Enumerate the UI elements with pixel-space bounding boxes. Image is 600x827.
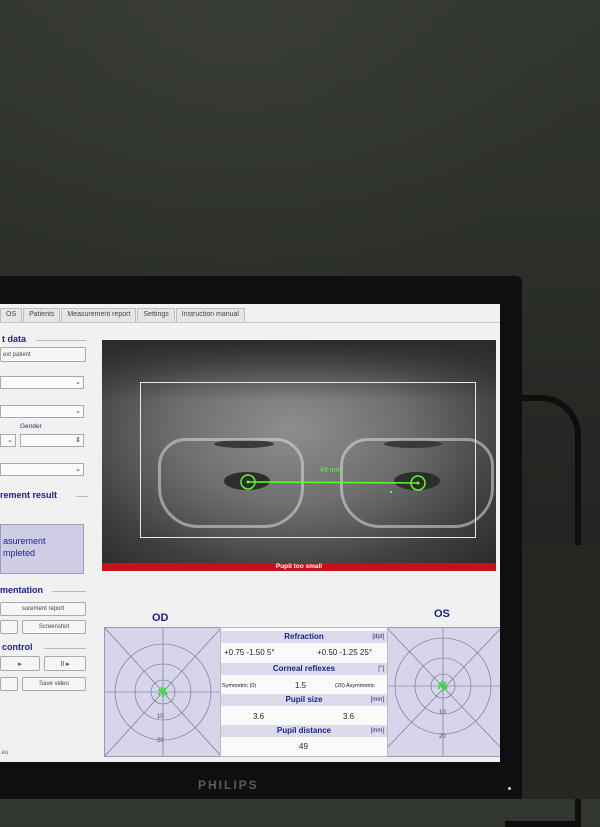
video-control-title: control [2,642,33,652]
od-tick-10: 10 [157,714,164,720]
pupil-distance-title: Pupil distance [276,726,332,735]
age-select[interactable]: ⌄ [0,434,16,447]
tab-measurement-report[interactable]: Measurement report [61,308,137,322]
os-refraction-value: +0.50 -1.25 25° [317,648,373,657]
os-polar-plot: 10 20 [386,627,500,757]
corneal-header: Corneal reflexes [°] [221,663,387,675]
gender-label: Gender [20,423,42,430]
next-patient-button[interactable]: ext patient [0,347,86,362]
print-button[interactable] [0,620,18,634]
os-pupil-size: 3.6 [343,712,355,721]
footer-url: .eu [0,750,9,756]
chevron-down-icon: ⌄ [7,437,13,444]
play-button[interactable]: ▸ [0,656,40,671]
documentation-title: mentation [0,585,44,595]
tab-bar: OS Patients Measurement report Settings … [0,308,246,322]
refraction-unit: [dpt] [372,634,384,640]
od-tick-20: 20 [157,738,164,744]
measurement-status-box: asurement mpleted [0,524,84,574]
corneal-title: Corneal reflexes [272,664,336,673]
camera-view: 49 mm [102,340,496,564]
left-panel: t data ext patient ⌄ ⌄ Gender ⌄ ⇕ ⌄ reme… [0,326,90,762]
spinner-arrows-icon: ⇕ [75,437,81,444]
corneal-value: 1.5 [295,681,307,690]
od-label: OD [152,612,169,624]
chevron-down-icon: ⌄ [75,408,81,415]
pupil-size-header: Pupil size [mm] [221,694,387,706]
measurement-panel: Refraction [dpt] +0.75 -1.50 5° +0.50 -1… [220,627,388,757]
patient-select-1[interactable]: ⌄ [0,376,84,389]
pupil-size-title: Pupil size [285,695,323,704]
od-polar-grid [104,627,222,757]
corneal-symmetric-label: Symmetric (0) [222,683,257,689]
tab-instruction-manual[interactable]: Instruction manual [175,308,245,322]
patient-select-3[interactable]: ⌄ [0,463,84,476]
background-wall [0,0,600,300]
tab-divider [0,322,500,323]
refraction-title: Refraction [284,632,324,641]
pause-button[interactable]: II ▸ [44,656,86,671]
pupil-size-unit: [mm] [370,697,384,703]
tab-settings[interactable]: Settings [137,308,175,322]
os-label: OS [434,608,450,620]
pupil-distance-unit: [mm] [370,728,384,734]
corneal-asymmetric-label: (20) Asymmetric [335,683,375,689]
os-tick-20: 20 [439,734,446,740]
monitor-brand-logo: PHILIPS [198,778,259,792]
measurement-result-title: rement result [0,490,58,500]
tab-os[interactable]: OS [0,308,23,322]
measurement-report-button[interactable]: surement report [0,602,86,616]
result-line-1: asurement [3,536,46,546]
power-led-icon [508,787,511,790]
pupil-overlay [240,474,426,494]
section-divider [44,648,86,649]
app-window: OS Patients Measurement report Settings … [0,304,500,762]
pupil-distance-value: 49 [299,742,308,751]
os-tick-10: 10 [439,710,446,716]
gender-select[interactable]: ⇕ [20,434,84,447]
section-divider [52,591,86,592]
section-divider [36,340,86,341]
tab-patients[interactable]: Patients [23,308,61,322]
od-polar-plot: 10 20 [104,627,222,757]
screenshot-button[interactable]: Screenshot [22,620,86,634]
chevron-down-icon: ⌄ [75,379,81,386]
pupil-distance-label: 49 mm [320,467,342,474]
pupil-distance-header: Pupil distance [mm] [221,725,387,737]
od-refraction-value: +0.75 -1.50 5° [224,648,275,657]
warning-banner: Pupil too small [102,563,496,571]
desk-surface [522,545,600,799]
refraction-header: Refraction [dpt] [221,631,387,643]
chevron-down-icon: ⌄ [75,466,81,473]
record-button[interactable] [0,677,18,691]
patient-select-2[interactable]: ⌄ [0,405,84,418]
save-video-button[interactable]: Save video [22,677,86,691]
section-divider [76,496,88,497]
result-line-2: mpleted [3,548,36,558]
patient-data-title: t data [2,334,27,344]
pupil-distance-line [247,481,419,484]
corneal-unit: [°] [378,666,384,672]
od-pupil-size: 3.6 [253,712,265,721]
